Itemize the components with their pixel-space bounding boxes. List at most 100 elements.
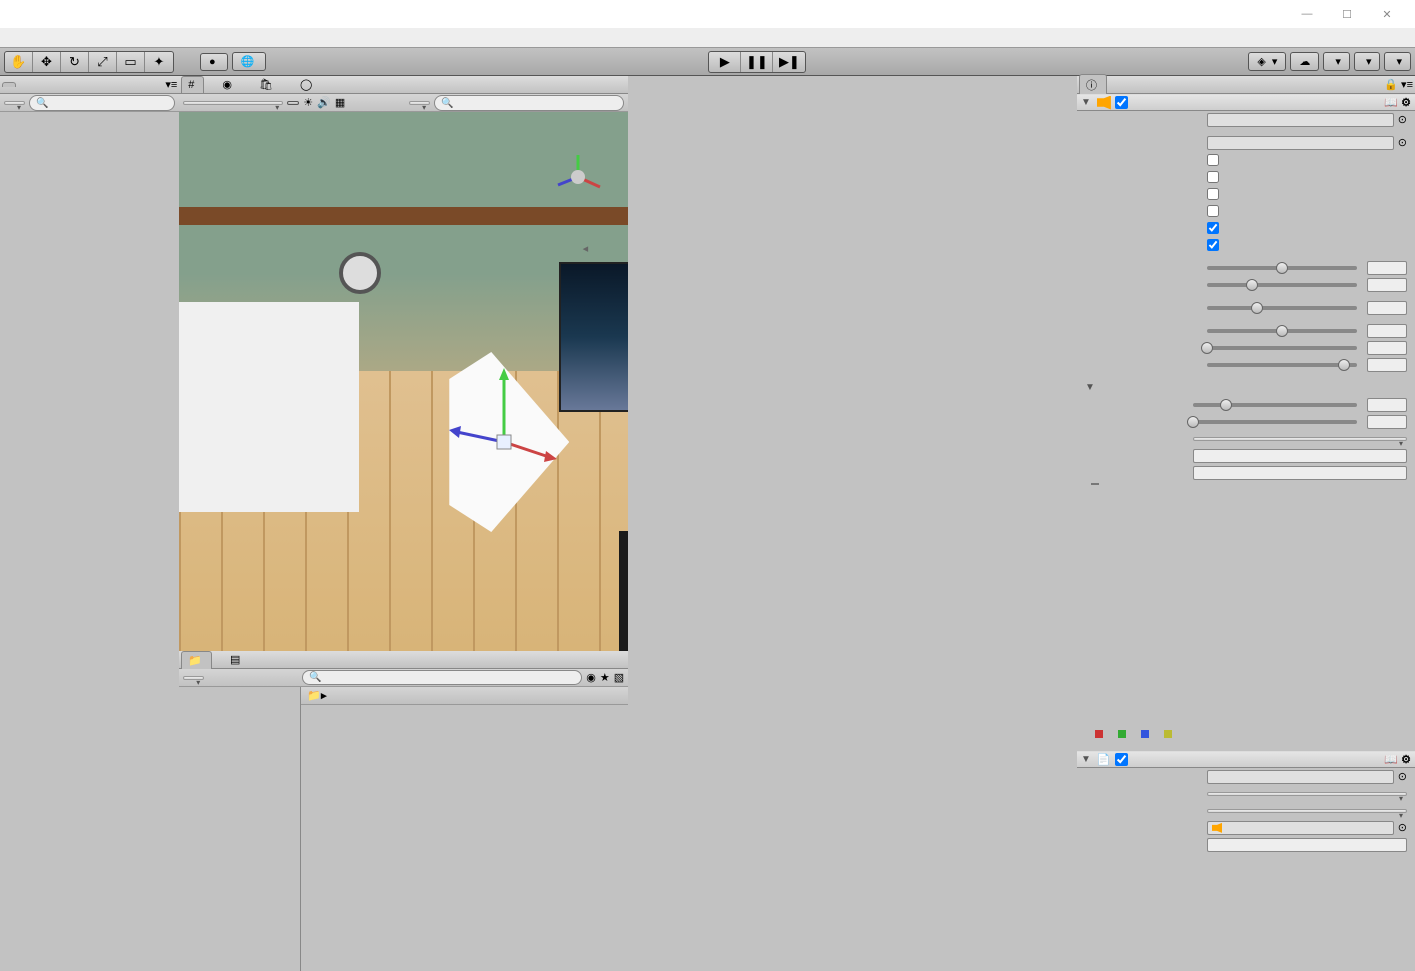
component-vrc-audio-bank[interactable]: ▼📄 📖 ⚙ (1077, 751, 1415, 768)
scene-search-input[interactable]: 🔍 (434, 95, 624, 111)
priority-slider[interactable] (1207, 266, 1357, 270)
pivot-toggle[interactable]: ● (200, 53, 228, 71)
scene-shading-dropdown[interactable] (183, 101, 283, 105)
mute-checkbox[interactable] (1207, 154, 1219, 166)
component-audio-source[interactable]: ▼ 📖 ⚙ (1077, 94, 1415, 111)
priority-field[interactable] (1367, 261, 1407, 275)
source-field[interactable] (1207, 821, 1394, 835)
hierarchy-search-input[interactable]: 🔍 (29, 95, 175, 111)
minimize-icon[interactable]: ― (1287, 8, 1327, 20)
component-enable-checkbox[interactable] (1115, 753, 1128, 766)
pitch-slider[interactable] (1207, 306, 1357, 310)
pause-icon[interactable]: ❚❚ (741, 52, 773, 72)
scene-audio-icon[interactable]: 🔊 (317, 96, 331, 109)
panel-menu-icon[interactable]: ▾≡ (165, 78, 177, 91)
tab-inspector[interactable]: ⓘ (1079, 74, 1107, 95)
volume-slider[interactable] (1207, 283, 1357, 287)
tab-project[interactable]: 📁 (181, 651, 212, 669)
loop-checkbox[interactable] (1207, 239, 1219, 251)
playback-style-dropdown[interactable] (1207, 809, 1407, 813)
help-icon[interactable]: 📖 ⚙ (1384, 753, 1411, 766)
collab-dropdown[interactable]: ◈ ▾ (1248, 52, 1286, 71)
output-field[interactable] (1207, 136, 1394, 150)
move-tool-icon[interactable]: ✥ (33, 52, 61, 72)
volume-field[interactable] (1367, 278, 1407, 292)
project-hidden-icon[interactable]: ▧ (614, 671, 624, 684)
hierarchy-toolbar: 🔍 (0, 94, 179, 112)
spatial-field[interactable] (1367, 341, 1407, 355)
object-picker-icon[interactable]: ⊙ (1398, 113, 1407, 126)
reverb-slider[interactable] (1207, 363, 1357, 367)
maximize-icon[interactable]: ☐ (1327, 8, 1367, 21)
project-create-dropdown[interactable] (183, 676, 204, 680)
curve-legend (1085, 728, 1407, 740)
toolbar: ✋ ✥ ↻ ⤢ ▭ ✦ ● 🌐 ▶ ❚❚ ▶❚ ◈ ▾ ☁ ▾ ▾ ▾ (0, 48, 1415, 76)
inspector-tab-bar: ⓘ 🔒 ▾≡ (1077, 76, 1415, 94)
play-icon[interactable]: ▶ (709, 52, 741, 72)
rotate-tool-icon[interactable]: ↻ (61, 52, 89, 72)
bypass-listener-checkbox[interactable] (1207, 188, 1219, 200)
lock-icon[interactable]: 🔒 ▾≡ (1384, 78, 1413, 91)
hierarchy-create-dropdown[interactable] (4, 101, 25, 105)
component-enable-checkbox[interactable] (1115, 96, 1128, 109)
project-search-input[interactable]: 🔍 (302, 670, 582, 685)
layers-dropdown[interactable]: ▾ (1354, 52, 1381, 71)
transform-tools: ✋ ✥ ↻ ⤢ ▭ ✦ (4, 51, 174, 73)
cloud-icon[interactable]: ☁ (1290, 52, 1319, 71)
spread-field[interactable] (1367, 415, 1407, 429)
move-gizmo-icon[interactable] (449, 362, 559, 472)
spread-slider[interactable] (1193, 420, 1357, 424)
scene-light-icon[interactable]: ☀ (303, 96, 313, 109)
tab-game[interactable]: ◉ (216, 76, 241, 93)
help-icon[interactable]: 📖 ⚙ (1384, 96, 1411, 109)
project-breadcrumb[interactable]: 📁 ▸ (301, 687, 628, 705)
scene-element (179, 302, 359, 512)
min-distance-field[interactable] (1193, 449, 1407, 463)
step-icon[interactable]: ▶❚ (773, 52, 805, 72)
doppler-slider[interactable] (1193, 403, 1357, 407)
rect-tool-icon[interactable]: ▭ (117, 52, 145, 72)
playback-order-dropdown[interactable] (1207, 792, 1407, 796)
max-distance-field[interactable] (1193, 466, 1407, 480)
global-toggle[interactable]: 🌐 (232, 52, 267, 71)
min-pitch-field[interactable] (1207, 838, 1407, 852)
stereo-slider[interactable] (1207, 329, 1357, 333)
orientation-gizmo-icon[interactable] (548, 147, 608, 207)
layout-dropdown[interactable]: ▾ (1384, 52, 1411, 71)
pitch-field[interactable] (1367, 301, 1407, 315)
close-icon[interactable]: ✕ (1367, 8, 1407, 21)
scene-element (339, 252, 381, 294)
scene-element (619, 531, 628, 651)
bypass-effects-checkbox[interactable] (1207, 171, 1219, 183)
tab-console[interactable]: ▤ (224, 651, 249, 668)
account-dropdown[interactable]: ▾ (1323, 52, 1350, 71)
doppler-field[interactable] (1367, 398, 1407, 412)
rolloff-dropdown[interactable] (1193, 437, 1407, 441)
tab-hierarchy[interactable] (2, 82, 16, 87)
tab-scene[interactable]: # (181, 76, 204, 93)
play-awake-checkbox[interactable] (1207, 222, 1219, 234)
tab-animation[interactable]: ◯ (294, 76, 321, 93)
bypass-reverb-checkbox[interactable] (1207, 205, 1219, 217)
hand-tool-icon[interactable]: ✋ (5, 52, 33, 72)
scene-viewport[interactable]: ◂ (179, 112, 628, 651)
scale-tool-icon[interactable]: ⤢ (89, 52, 117, 72)
audio-curve-graph[interactable] (1077, 481, 1415, 751)
spatial-slider[interactable] (1207, 346, 1357, 350)
stereo-field[interactable] (1367, 324, 1407, 338)
project-save-icon[interactable]: ★ (600, 671, 610, 684)
project-grid[interactable]: 📁 ▸ (301, 687, 628, 971)
hierarchy-tree[interactable] (0, 112, 179, 971)
reverb-field[interactable] (1367, 358, 1407, 372)
audioclip-field[interactable] (1207, 113, 1394, 127)
scene-element (559, 262, 628, 412)
project-folder-tree[interactable] (179, 687, 301, 971)
scene-gizmos-dropdown[interactable] (409, 101, 430, 105)
scene-2d-toggle[interactable] (287, 101, 299, 105)
project-filter-icon[interactable]: ◉ (586, 671, 596, 684)
tab-asset-store[interactable]: 🛍 (253, 76, 282, 93)
project-panel: 📁 ▤ 🔍 ◉ ★ ▧ 📁 ▸ (179, 651, 628, 971)
transform-tool-icon[interactable]: ✦ (145, 52, 173, 72)
scene-fx-icon[interactable]: ▦ (335, 96, 345, 109)
object-picker-icon[interactable]: ⊙ (1398, 136, 1407, 149)
